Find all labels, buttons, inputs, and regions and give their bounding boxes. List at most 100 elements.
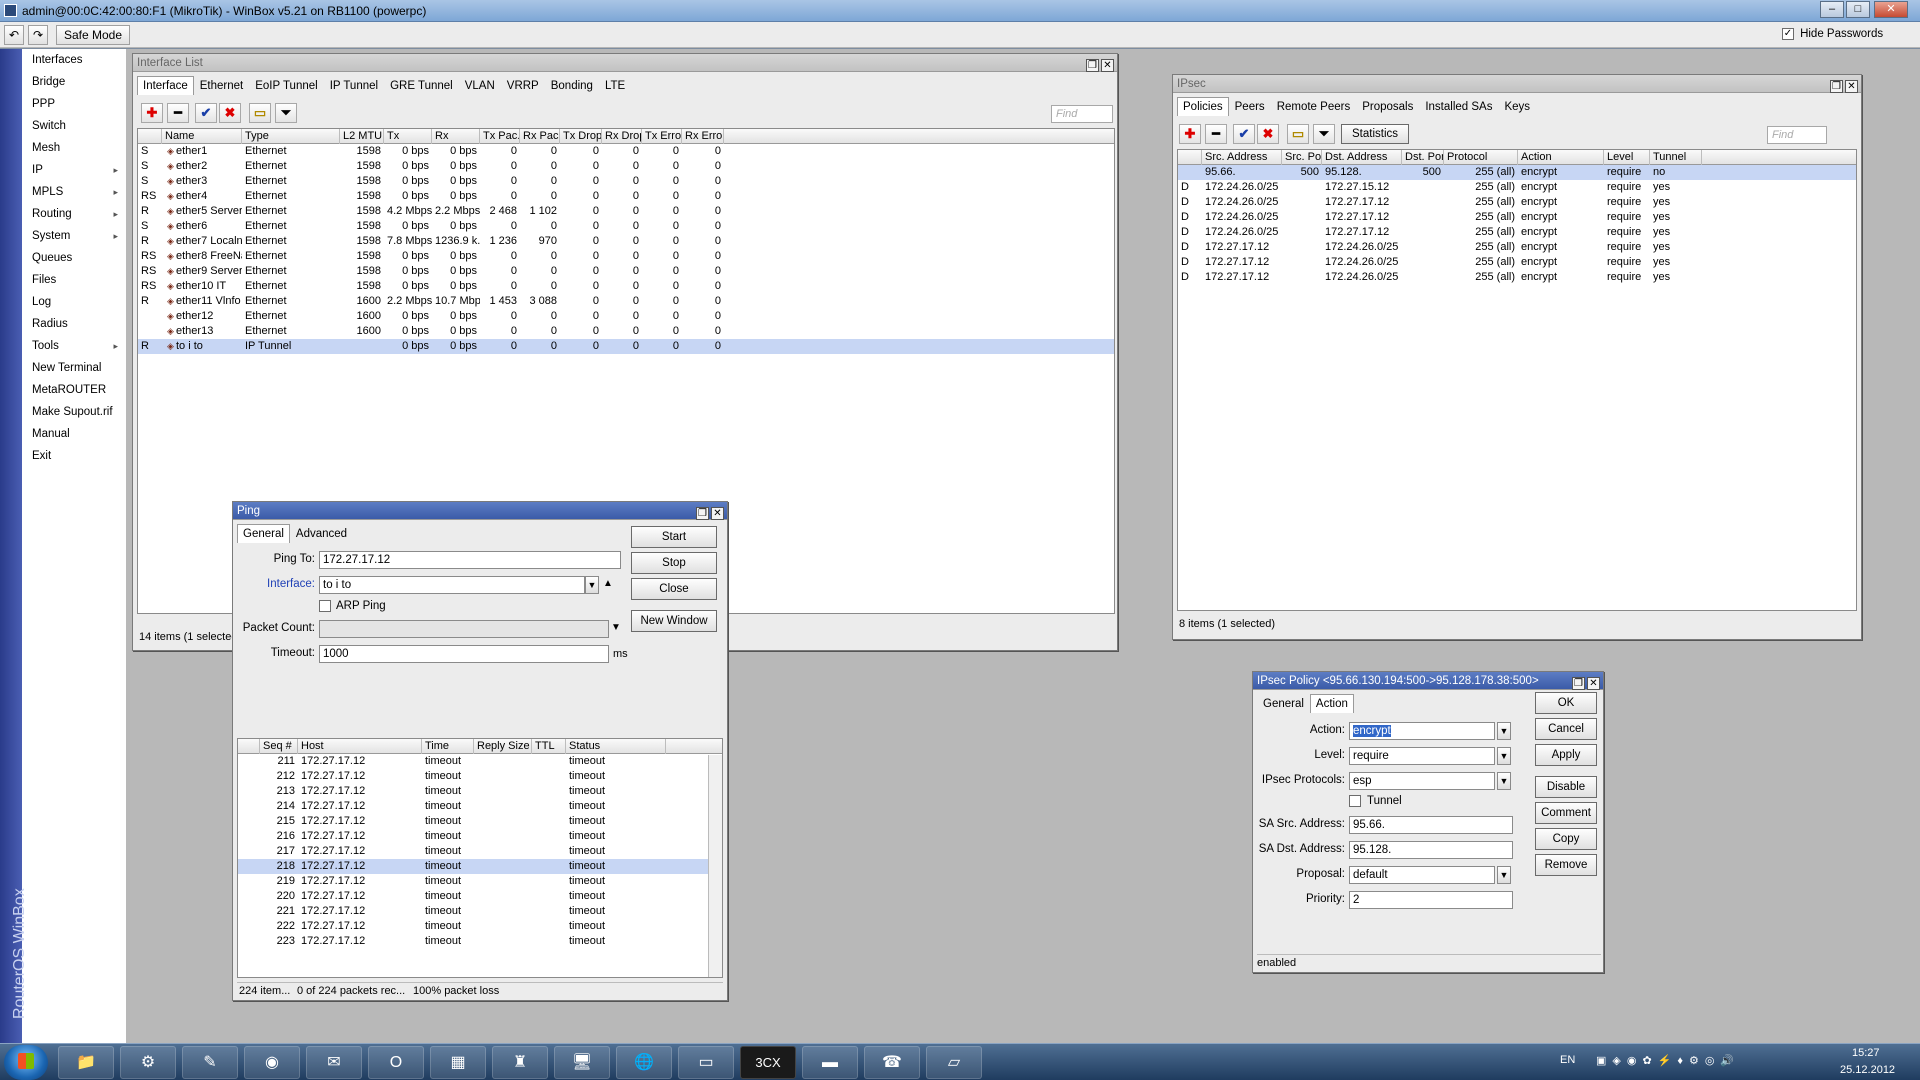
sidebar-item[interactable]: Switch <box>22 115 126 137</box>
arp-ping-checkbox[interactable]: ARP Ping <box>319 600 386 613</box>
comment-icon[interactable]: ▭ <box>249 103 271 123</box>
tab[interactable]: Keys <box>1498 97 1536 116</box>
sidebar-item[interactable]: Files <box>22 269 126 291</box>
table-row[interactable]: RS ether4 Ethernet 1598 0 bps 0 bps 0 0 0 0 0 0 ◈ <box>138 189 1114 204</box>
close-icon[interactable]: ✕ <box>1101 59 1114 72</box>
table-row[interactable]: D 172.27.17.12 172.24.26.0/25 255 (all) encr… <box>1178 270 1856 285</box>
tab[interactable]: Remote Peers <box>1271 97 1357 116</box>
tab[interactable]: General <box>1257 694 1310 713</box>
sidebar-item[interactable]: Bridge <box>22 71 126 93</box>
tray-icons[interactable]: ▣◈◉✿⚡♦⚙◎🔊 <box>1596 1054 1740 1067</box>
enable-check-icon[interactable]: ✔ <box>1233 124 1255 144</box>
close-icon[interactable]: ✕ <box>1845 80 1858 93</box>
find-input[interactable]: Find <box>1051 105 1113 123</box>
remove-icon[interactable]: ━ <box>1205 124 1227 144</box>
table-row[interactable]: D 172.24.26.0/25 172.27.17.12 255 (all) encr… <box>1178 225 1856 240</box>
column-header[interactable]: Src. Port <box>1282 150 1322 165</box>
tunnel-checkbox[interactable]: Tunnel <box>1349 795 1402 808</box>
safe-mode-button[interactable]: Safe Mode <box>56 25 130 45</box>
network-icon[interactable]: ▦ <box>430 1046 486 1079</box>
sidebar-item[interactable]: System ▸ <box>22 225 126 247</box>
globe-icon[interactable]: 🌐 <box>616 1046 672 1079</box>
table-row[interactable]: ether12 Ethernet 1600 0 bps 0 bps 0 0 0 0 0 0 ◈ <box>138 309 1114 324</box>
column-header[interactable]: Dst. Port <box>1402 150 1444 165</box>
table-row[interactable]: 221 172.27.17.12 timeout timeout <box>238 904 722 919</box>
find-input[interactable]: Find <box>1767 126 1827 144</box>
table-row[interactable]: Sether2 Ethernet 1598 0 bps 0 bps 0 0 0 0 0 0 ◈ <box>138 159 1114 174</box>
close-button[interactable]: ✕ <box>1874 1 1908 18</box>
ok-button[interactable]: OK <box>1535 692 1597 714</box>
column-header[interactable]: Level <box>1604 150 1650 165</box>
restore-icon[interactable]: ❐ <box>1086 59 1099 72</box>
column-header[interactable]: Time <box>422 739 474 754</box>
proposal-select[interactable]: default <box>1349 866 1495 884</box>
sa-src-input[interactable]: 95.66. <box>1349 816 1513 834</box>
column-header[interactable]: Host <box>298 739 422 754</box>
table-row[interactable]: 223 172.27.17.12 timeout timeout <box>238 934 722 949</box>
table-row[interactable]: 222 172.27.17.12 timeout timeout <box>238 919 722 934</box>
table-row[interactable]: 218 172.27.17.12 timeout timeout <box>238 859 722 874</box>
disable-x-icon[interactable]: ✖ <box>219 103 241 123</box>
terminal-icon[interactable]: ▬ <box>802 1046 858 1079</box>
column-header[interactable]: Dst. Address <box>1322 150 1402 165</box>
table-row[interactable]: Sether6 Ethernet 1598 0 bps 0 bps 0 0 0 0 0 0 ◈ <box>138 219 1114 234</box>
outlook-icon[interactable]: O <box>368 1046 424 1079</box>
column-header[interactable]: Name <box>162 129 242 144</box>
undo-button[interactable]: ↶ <box>4 25 24 45</box>
level-select[interactable]: require <box>1349 747 1495 765</box>
tab[interactable]: IP Tunnel <box>324 76 384 95</box>
sidebar-item[interactable]: New Terminal <box>22 357 126 379</box>
column-header[interactable] <box>138 129 162 144</box>
folder-tree-icon[interactable]: ♜ <box>492 1046 548 1079</box>
close-icon[interactable]: ✕ <box>1587 677 1600 690</box>
remove-button[interactable]: Remove <box>1535 854 1597 876</box>
table-row[interactable]: RSether8 FreeNasEthernet15980 bps0 bps00… <box>138 249 1114 264</box>
column-header[interactable]: Seq # <box>260 739 298 754</box>
sidebar-item[interactable]: PPP <box>22 93 126 115</box>
column-header[interactable]: Protocol <box>1444 150 1518 165</box>
cancel-button[interactable]: Cancel <box>1535 718 1597 740</box>
tab[interactable]: General <box>237 524 290 543</box>
tab[interactable]: Installed SAs <box>1419 97 1498 116</box>
column-header[interactable]: Reply Size <box>474 739 532 754</box>
action-dropdown-icon[interactable]: ▼ <box>1497 722 1511 740</box>
table-row[interactable]: D 172.27.17.12 172.24.26.0/25 255 (all) encr… <box>1178 255 1856 270</box>
redo-button[interactable]: ↷ <box>28 25 48 45</box>
column-header[interactable]: Status <box>566 739 666 754</box>
column-header[interactable]: Rx Pac... <box>520 129 560 144</box>
table-row[interactable]: 216 172.27.17.12 timeout timeout <box>238 829 722 844</box>
table-row[interactable]: 95.66. 500 95.128. 500 255 (all) encrypt requi… <box>1178 165 1856 180</box>
clock-date[interactable]: 25.12.2012 <box>1840 1064 1895 1076</box>
tools-icon[interactable]: ✎ <box>182 1046 238 1079</box>
add-icon[interactable]: ✚ <box>1179 124 1201 144</box>
proposal-dropdown-icon[interactable]: ▼ <box>1497 866 1511 884</box>
maximize-button[interactable]: □ <box>1846 1 1870 18</box>
column-header[interactable]: Rx Errors <box>682 129 724 144</box>
table-row[interactable]: Rether11 Vlnfo Ethernet 1600 2.2 Mbps 10.7 M… <box>138 294 1114 309</box>
tab[interactable]: Bonding <box>545 76 599 95</box>
tab[interactable]: VRRP <box>501 76 545 95</box>
tab[interactable]: GRE Tunnel <box>384 76 459 95</box>
language-indicator[interactable]: EN <box>1560 1054 1575 1066</box>
notepad-icon[interactable]: ▱ <box>926 1046 982 1079</box>
column-header[interactable]: Action <box>1518 150 1604 165</box>
sidebar-item[interactable]: MetaROUTER <box>22 379 126 401</box>
table-row[interactable]: D 172.27.17.12 172.24.26.0/25 255 (all) encr… <box>1178 240 1856 255</box>
table-row[interactable]: 213 172.27.17.12 timeout timeout <box>238 784 722 799</box>
chrome-icon[interactable]: ◉ <box>244 1046 300 1079</box>
tab[interactable]: Action <box>1309 694 1354 713</box>
column-header[interactable]: TTL <box>532 739 566 754</box>
table-row[interactable]: 219 172.27.17.12 timeout timeout <box>238 874 722 889</box>
sa-dst-input[interactable]: 95.128. <box>1349 841 1513 859</box>
column-header[interactable]: Src. Address <box>1202 150 1282 165</box>
disable-x-icon[interactable]: ✖ <box>1257 124 1279 144</box>
new-window-button[interactable]: New Window <box>631 610 717 632</box>
action-select[interactable]: encrypt <box>1349 722 1495 740</box>
table-row[interactable]: 212 172.27.17.12 timeout timeout <box>238 769 722 784</box>
statistics-button[interactable]: Statistics <box>1341 124 1409 144</box>
sidebar-item[interactable]: Mesh <box>22 137 126 159</box>
column-header[interactable]: Tx <box>384 129 432 144</box>
stop-button[interactable]: Stop <box>631 552 717 574</box>
phone-icon[interactable]: ☎ <box>864 1046 920 1079</box>
interface-label[interactable]: Interface: <box>237 578 315 590</box>
